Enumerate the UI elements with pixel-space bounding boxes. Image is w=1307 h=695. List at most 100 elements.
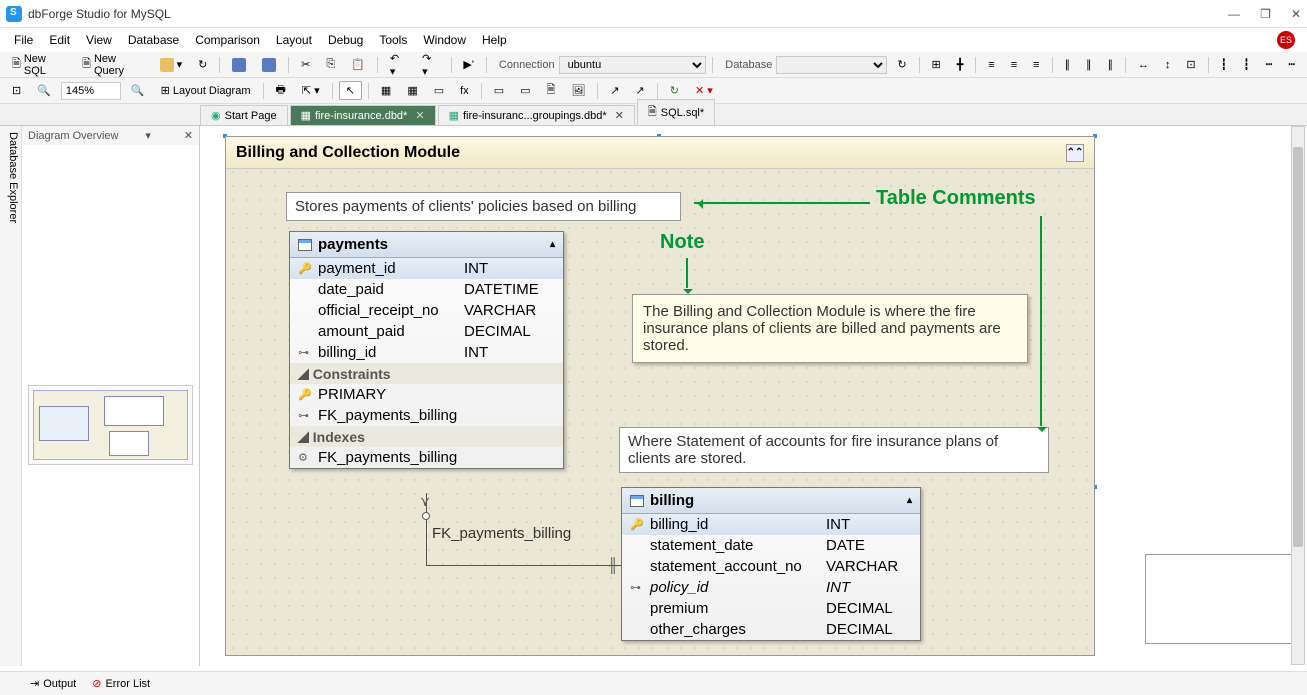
note-box[interactable]: The Billing and Collection Module is whe… — [632, 294, 1028, 363]
constraint-row[interactable]: 🔑PRIMARY — [290, 384, 563, 405]
empty-shape[interactable] — [1145, 554, 1305, 644]
maximize-button[interactable]: ❐ — [1260, 7, 1271, 21]
relation-tool-icon[interactable]: ▭ — [428, 82, 450, 99]
height-icon[interactable]: ↕ — [1159, 57, 1177, 73]
align-bot-icon[interactable]: ∥ — [1101, 56, 1119, 73]
module-header[interactable]: Billing and Collection Module ⌃⌃ — [226, 137, 1094, 169]
index-row[interactable]: ⚙FK_payments_billing — [290, 447, 563, 468]
table-tool-icon[interactable]: ▦ — [375, 82, 397, 99]
constraint-row[interactable]: ⊶FK_payments_billing — [290, 405, 563, 426]
cut-button[interactable]: ✂ — [295, 56, 316, 73]
spacing-h2-icon[interactable]: ┇ — [1237, 56, 1256, 73]
save-all-button[interactable] — [256, 56, 282, 74]
db-refresh-button[interactable]: ↻ — [891, 56, 912, 73]
align-left-icon[interactable]: ≡ — [982, 57, 1000, 73]
overview-close-icon[interactable]: ✕ — [184, 129, 193, 142]
menu-debug[interactable]: Debug — [320, 31, 371, 49]
collapse-arrow-icon[interactable]: ▴ — [907, 495, 912, 506]
paste-button[interactable]: 📋 — [345, 56, 371, 73]
snap-icon[interactable]: ⊞ — [926, 56, 947, 73]
save-button[interactable] — [226, 56, 252, 74]
zoom-in-icon[interactable]: 🔍 — [125, 82, 151, 99]
collapse-arrow-icon[interactable]: ▴ — [550, 239, 555, 250]
align-center-icon[interactable]: ≡ — [1005, 57, 1023, 73]
menu-database[interactable]: Database — [120, 31, 187, 49]
comment-billing[interactable]: Where Statement of accounts for fire ins… — [619, 427, 1049, 473]
tab-fire-insurance-groupings[interactable]: ▦fire-insuranc...groupings.dbd*✕ — [438, 105, 635, 125]
column-row[interactable]: ⊶billing_idINT — [290, 342, 563, 363]
menu-window[interactable]: Window — [415, 31, 474, 49]
column-row[interactable]: date_paidDATETIME — [290, 279, 563, 300]
diagram-canvas[interactable]: Billing and Collection Module ⌃⌃ Stores … — [200, 126, 1307, 666]
size-icon[interactable]: ⊡ — [1180, 56, 1201, 73]
tab-fire-insurance-dbd[interactable]: ▦fire-insurance.dbd*✕ — [290, 105, 436, 125]
relation-new-icon[interactable]: ↗ — [604, 82, 625, 99]
copy-button[interactable]: ⎘ — [320, 56, 341, 73]
table-header-payments[interactable]: payments ▴ — [290, 232, 563, 258]
column-row[interactable]: ⊶policy_idINT — [622, 577, 920, 598]
tab-start-page[interactable]: ◉Start Page — [200, 105, 288, 125]
relation-virt-icon[interactable]: ↗ — [630, 82, 651, 99]
collapse-icon[interactable]: ⌃⌃ — [1066, 144, 1084, 162]
menu-comparison[interactable]: Comparison — [187, 31, 268, 49]
output-tab[interactable]: ⇥Output — [30, 677, 76, 690]
close-button[interactable]: ✕ — [1291, 7, 1301, 21]
refresh-diagram-icon[interactable]: ↻ — [664, 82, 685, 99]
zoom-search-icon[interactable]: 🔍 — [31, 82, 57, 99]
minimize-button[interactable]: — — [1228, 7, 1240, 21]
table-header-billing[interactable]: billing ▴ — [622, 488, 920, 514]
indexes-section[interactable]: ◢Indexes — [290, 426, 563, 447]
spacing-v-icon[interactable]: ┅ — [1260, 56, 1279, 73]
proc-tool-icon[interactable]: fx — [454, 83, 475, 99]
table-payments[interactable]: payments ▴ 🔑payment_idINT date_paidDATET… — [289, 231, 564, 469]
zoom-input[interactable] — [61, 82, 121, 100]
new-sql-button[interactable]: 🗎 New SQL — [6, 51, 72, 79]
export-icon[interactable]: ⇱ ▾ — [296, 82, 326, 99]
menu-file[interactable]: File — [6, 31, 41, 49]
connection-select[interactable]: ubuntu — [559, 56, 707, 74]
pointer-tool-icon[interactable]: ↖ — [339, 81, 362, 100]
tab-sql[interactable]: 🗎SQL.sql* — [637, 99, 715, 125]
menu-help[interactable]: Help — [474, 31, 515, 49]
column-row[interactable]: official_receipt_noVARCHAR — [290, 300, 563, 321]
table-billing[interactable]: billing ▴ 🔑billing_idINT statement_dateD… — [621, 487, 921, 641]
menu-layout[interactable]: Layout — [268, 31, 320, 49]
align-mid-icon[interactable]: ∥ — [1080, 56, 1098, 73]
close-icon[interactable]: ✕ — [615, 109, 624, 122]
align-right-icon[interactable]: ≡ — [1027, 57, 1045, 73]
print-icon[interactable]: 🖶 — [270, 79, 292, 102]
menu-tools[interactable]: Tools — [371, 31, 415, 49]
layout-diagram-button[interactable]: ⊞ Layout Diagram — [155, 82, 257, 99]
column-row[interactable]: statement_dateDATE — [622, 535, 920, 556]
zoom-fit-icon[interactable]: ⊡ — [6, 82, 27, 99]
scroll-thumb[interactable] — [1293, 147, 1303, 547]
column-row[interactable]: 🔑payment_idINT — [290, 258, 563, 279]
new-query-button[interactable]: 🗎 New Query — [76, 51, 149, 79]
comment-payments[interactable]: Stores payments of clients' policies bas… — [286, 192, 681, 221]
refresh-button[interactable]: ↻ — [192, 56, 213, 73]
delete-icon[interactable]: ✕ ▾ — [689, 82, 719, 99]
overview-thumbnail[interactable] — [28, 385, 193, 465]
stamp-tool-icon[interactable]: ▭ — [514, 82, 536, 99]
column-row[interactable]: 🔑billing_idINT — [622, 514, 920, 535]
overview-dropdown-icon[interactable]: ▾ — [145, 129, 151, 142]
note-tool-icon[interactable]: 🗎 — [541, 79, 562, 102]
execute-button[interactable]: ▶' — [457, 56, 480, 73]
undo-button[interactable]: ↶ ▾ — [384, 50, 412, 80]
language-indicator[interactable]: ES — [1277, 31, 1295, 49]
width-icon[interactable]: ↔ — [1132, 57, 1155, 73]
align-icon[interactable]: ╋ — [951, 56, 970, 73]
column-row[interactable]: other_chargesDECIMAL — [622, 619, 920, 640]
database-select[interactable] — [776, 56, 887, 74]
view-tool-icon[interactable]: ▦ — [401, 82, 423, 99]
module-container[interactable]: Billing and Collection Module ⌃⌃ Stores … — [225, 136, 1095, 656]
constraints-section[interactable]: ◢Constraints — [290, 363, 563, 384]
diagram-canvas-container[interactable]: Billing and Collection Module ⌃⌃ Stores … — [200, 126, 1307, 666]
error-list-tab[interactable]: ⊘Error List — [92, 677, 150, 690]
container-tool-icon[interactable]: ▭ — [488, 82, 510, 99]
menu-view[interactable]: View — [78, 31, 120, 49]
spacing-v2-icon[interactable]: ┅ — [1282, 56, 1301, 73]
redo-button[interactable]: ↷ ▾ — [416, 50, 444, 80]
align-top-icon[interactable]: ∥ — [1058, 56, 1076, 73]
image-tool-icon[interactable]: 🖼 — [565, 82, 591, 99]
